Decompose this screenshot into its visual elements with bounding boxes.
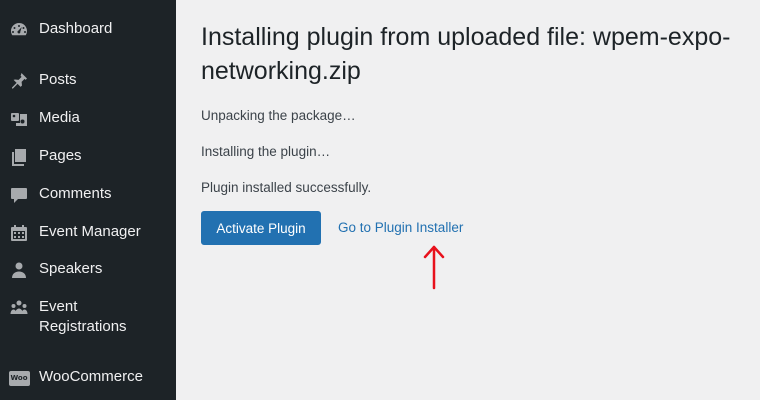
admin-sidebar: Dashboard Posts Media Pages Comments Eve… bbox=[0, 0, 176, 400]
status-step-success: Plugin installed successfully. bbox=[201, 180, 372, 195]
go-to-plugin-installer-link[interactable]: Go to Plugin Installer bbox=[338, 220, 463, 235]
main-content: Installing plugin from uploaded file: wp… bbox=[176, 0, 760, 400]
woo-icon: Woo bbox=[8, 367, 30, 389]
comment-icon bbox=[8, 184, 30, 206]
status-step-installing: Installing the plugin… bbox=[201, 144, 331, 159]
sidebar-item-label: Posts bbox=[39, 71, 77, 88]
sidebar-item-label: Speakers bbox=[39, 260, 103, 277]
sidebar-item-label: WooCommerce bbox=[39, 368, 143, 385]
sidebar-item-label: Comments bbox=[39, 185, 112, 202]
activate-plugin-button[interactable]: Activate Plugin bbox=[201, 211, 321, 245]
media-icon bbox=[8, 108, 30, 130]
page-title: Installing plugin from uploaded file: wp… bbox=[201, 23, 731, 85]
pin-icon bbox=[8, 70, 30, 92]
sidebar-item-label: Event Manager bbox=[39, 223, 141, 240]
annotation-arrow bbox=[422, 244, 446, 290]
group-icon bbox=[8, 297, 30, 319]
person-icon bbox=[8, 259, 30, 281]
dashboard-icon bbox=[8, 19, 30, 41]
status-step-unpacking: Unpacking the package… bbox=[201, 108, 356, 123]
sidebar-item-label: Dashboard bbox=[39, 20, 113, 37]
pages-icon bbox=[8, 146, 30, 168]
sidebar-item-label: Event Registrations bbox=[39, 298, 127, 335]
sidebar-item-label: Media bbox=[39, 109, 80, 126]
calendar-icon bbox=[8, 222, 30, 244]
sidebar-item-label: Pages bbox=[39, 147, 82, 164]
